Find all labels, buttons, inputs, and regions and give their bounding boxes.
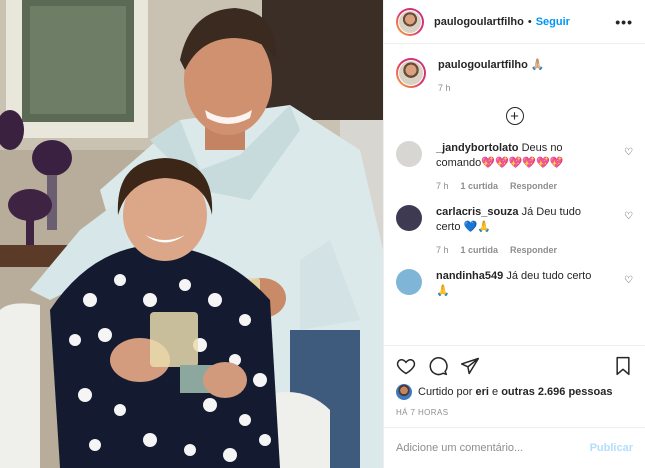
post-caption: paulogoulartfilho 🙏🏼 7 h	[396, 58, 633, 93]
comment-item: carlacris_souza Já Deu tudo certo 💙🙏 7 h…	[396, 205, 633, 255]
comments-list[interactable]: paulogoulartfilho 🙏🏼 7 h + _jandybortola…	[384, 44, 645, 345]
plus-circle-icon[interactable]: +	[505, 107, 524, 125]
author-username[interactable]: paulogoulartfilho	[434, 16, 524, 28]
photo-illustration	[0, 0, 383, 468]
post-container: paulogoulartfilho • Seguir ••• paulogoul…	[0, 0, 645, 468]
follow-button[interactable]: Seguir	[536, 16, 570, 28]
comment-time: 7 h	[436, 181, 449, 191]
comment-username[interactable]: _jandybortolato	[436, 142, 519, 154]
comment-username[interactable]: nandinha549	[436, 270, 503, 282]
caption-text: 🙏🏼	[530, 59, 545, 71]
action-icons	[396, 354, 633, 378]
heart-icon[interactable]: ♡	[624, 211, 633, 222]
heart-icon[interactable]	[396, 356, 416, 376]
comment-item: _jandybortolato Deus no comando💖💖💖💖💖💖 7 …	[396, 141, 633, 191]
comment-username[interactable]: carlacris_souza	[436, 206, 519, 218]
likes-middle: e	[492, 386, 499, 398]
caption-username[interactable]: paulogoulartfilho	[438, 59, 528, 71]
comment-avatar[interactable]	[396, 269, 422, 295]
reply-button[interactable]: Responder	[510, 181, 557, 191]
more-options-icon[interactable]: •••	[615, 14, 633, 30]
comment-likes[interactable]: 1 curtida	[461, 245, 499, 255]
likes-count[interactable]: outras 2.696 pessoas	[501, 386, 612, 398]
author-avatar[interactable]	[396, 7, 424, 36]
comment-time: 7 h	[436, 245, 449, 255]
publish-button[interactable]: Publicar	[590, 442, 633, 454]
post-sidebar: paulogoulartfilho • Seguir ••• paulogoul…	[383, 0, 645, 468]
liker-avatar[interactable]	[396, 384, 412, 400]
liker-username[interactable]: eri	[475, 386, 488, 398]
likes-prefix: Curtido por	[418, 386, 473, 398]
comment-avatar[interactable]	[396, 205, 422, 231]
add-comment-bar: Publicar	[384, 427, 645, 468]
heart-icon[interactable]: ♡	[624, 275, 633, 286]
comment-avatar[interactable]	[396, 141, 422, 167]
caption-avatar[interactable]	[396, 58, 426, 88]
comment-likes[interactable]: 1 curtida	[461, 181, 499, 191]
reply-button[interactable]: Responder	[510, 245, 557, 255]
post-header: paulogoulartfilho • Seguir •••	[384, 0, 645, 44]
caption-time: 7 h	[438, 83, 451, 93]
load-more: +	[396, 107, 633, 125]
likes-summary: Curtido por eri e outras 2.696 pessoas	[396, 384, 633, 400]
comment-input[interactable]	[396, 442, 590, 454]
comment-item: nandinha549 Já deu tudo certo 🙏 ♡	[396, 269, 633, 299]
bookmark-icon[interactable]	[613, 356, 633, 376]
header-separator: •	[527, 15, 532, 28]
comment-icon[interactable]	[428, 356, 448, 376]
post-photo[interactable]	[0, 0, 383, 468]
send-icon[interactable]	[460, 356, 480, 376]
post-actions: Curtido por eri e outras 2.696 pessoas H…	[384, 345, 645, 417]
heart-icon[interactable]: ♡	[624, 147, 633, 158]
post-timestamp[interactable]: HÁ 7 HORAS	[396, 408, 633, 417]
